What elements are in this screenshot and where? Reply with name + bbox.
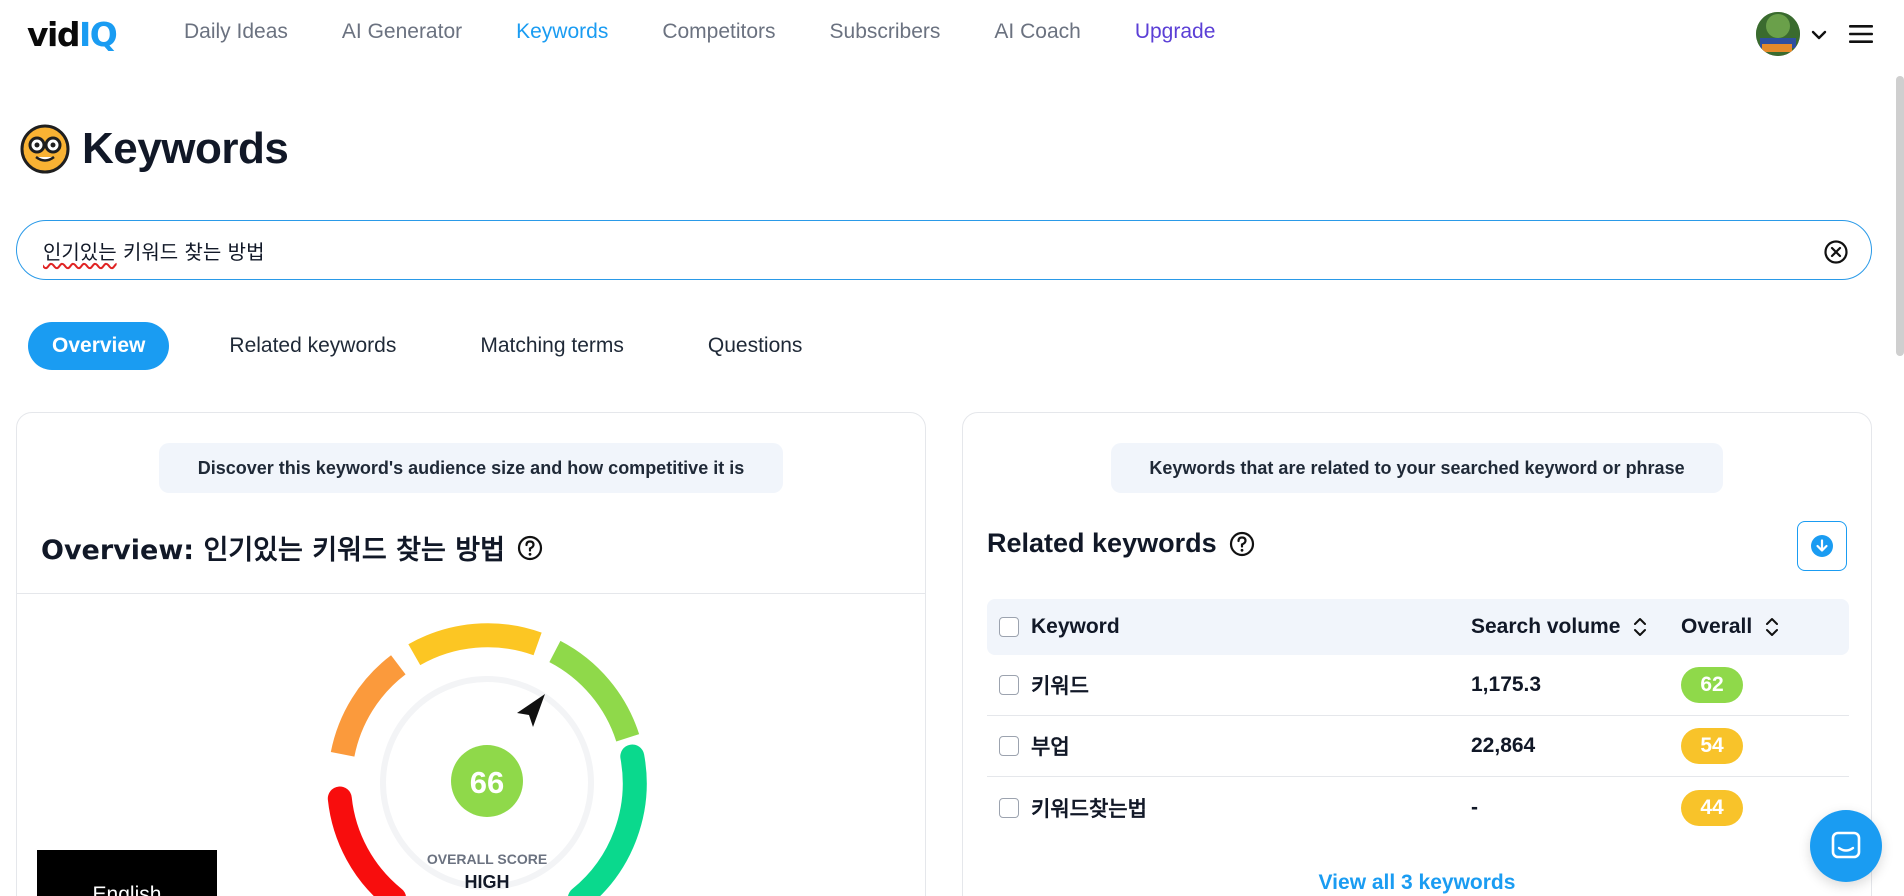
nav-links: Daily Ideas AI Generator Keywords Compet…	[184, 20, 1269, 44]
nav-keywords[interactable]: Keywords	[516, 20, 608, 44]
page-scrollbar[interactable]	[1896, 76, 1904, 356]
keyword-search-input[interactable]: 인기있는 키워드 찾는 방법	[16, 220, 1872, 280]
row-overall-cell: 62	[1681, 667, 1801, 703]
select-all-checkbox[interactable]	[999, 617, 1019, 637]
help-icon[interactable]	[1229, 531, 1255, 557]
row-checkbox[interactable]	[999, 736, 1019, 756]
row-keyword-cell: 키워드찾는법	[987, 793, 1471, 823]
view-all-keywords-link[interactable]: View all 3 keywords	[963, 871, 1871, 895]
overview-title: Overview: 인기있는 키워드 찾는 방법	[41, 535, 505, 566]
header-keyword-col: Keyword	[987, 615, 1471, 639]
related-hint: Keywords that are related to your search…	[1111, 443, 1723, 493]
table-row[interactable]: 부업 22,864 54	[987, 716, 1849, 777]
gauge-pointer	[517, 694, 545, 727]
row-keyword-cell: 키워드	[987, 670, 1471, 700]
page-title: Keywords	[82, 124, 289, 173]
related-title-row: Related keywords	[987, 528, 1255, 559]
overview-hint: Discover this keyword's audience size an…	[159, 443, 783, 493]
clear-search-icon[interactable]	[1823, 239, 1849, 265]
row-keyword: 부업	[1031, 735, 1070, 759]
hamburger-menu-icon[interactable]	[1848, 22, 1874, 46]
nav-daily-ideas[interactable]: Daily Ideas	[184, 20, 288, 44]
vidiq-logo[interactable]: vid IQ	[27, 14, 118, 54]
chevron-down-icon[interactable]	[1808, 24, 1830, 46]
overview-title-row: Overview: 인기있는 키워드 찾는 방법	[41, 528, 543, 567]
tab-overview[interactable]: Overview	[28, 322, 170, 370]
score-gauge: 66 OVERALL SCORE HIGH	[327, 623, 647, 896]
download-icon	[1811, 535, 1833, 557]
overall-score-badge: 62	[1681, 667, 1743, 703]
overall-score-badge: 54	[1681, 728, 1743, 764]
overall-score-caption: OVERALL SCORE	[427, 851, 547, 867]
logo-text-vid: vid	[27, 14, 80, 54]
nav-ai-generator[interactable]: AI Generator	[342, 20, 462, 44]
tab-matching-terms[interactable]: Matching terms	[480, 334, 624, 358]
nav-competitors[interactable]: Competitors	[662, 20, 775, 44]
row-keyword-cell: 부업	[987, 731, 1471, 761]
tab-related-keywords[interactable]: Related keywords	[229, 334, 396, 358]
overall-score-rating: HIGH	[465, 872, 510, 892]
header-keyword: Keyword	[1031, 615, 1120, 638]
search-query[interactable]: 인기있는 키워드 찾는 방법	[43, 236, 264, 265]
language-selector[interactable]: English	[37, 850, 217, 896]
row-checkbox[interactable]	[999, 797, 1019, 818]
related-title: Related keywords	[987, 528, 1217, 558]
row-volume: -	[1471, 795, 1478, 819]
keyword-tabs: Overview Related keywords Matching terms…	[28, 322, 886, 370]
gauge-segment-yellow	[408, 623, 542, 666]
download-button[interactable]	[1797, 521, 1847, 571]
row-checkbox[interactable]	[999, 675, 1019, 695]
row-volume: 22,864	[1471, 734, 1536, 757]
nav-ai-coach[interactable]: AI Coach	[994, 20, 1080, 44]
table-row[interactable]: 키워드찾는법 - 44	[987, 777, 1849, 838]
nav-subscribers[interactable]: Subscribers	[830, 20, 941, 44]
related-keywords-table: Keyword Search volume Overall 키워드 1,175.…	[987, 599, 1849, 838]
page-heading: Keywords	[20, 124, 289, 174]
header-overall-col[interactable]: Overall	[1681, 615, 1801, 639]
sort-icon[interactable]	[1764, 616, 1780, 638]
logo-text-iq: IQ	[78, 14, 118, 54]
header-overall: Overall	[1681, 615, 1753, 638]
nav-upgrade[interactable]: Upgrade	[1135, 20, 1216, 44]
sort-icon[interactable]	[1632, 616, 1648, 638]
header-search-volume: Search volume	[1471, 615, 1621, 638]
chat-support-button[interactable]	[1810, 810, 1882, 882]
row-overall-cell: 54	[1681, 728, 1801, 764]
top-nav: vid IQ Daily Ideas AI Generator Keywords …	[0, 0, 1904, 70]
search-query-misspelled: 인기있는	[43, 239, 117, 264]
header-search-volume-col[interactable]: Search volume	[1471, 615, 1681, 639]
help-icon[interactable]	[517, 535, 543, 561]
overall-score-badge: 44	[1681, 789, 1743, 826]
related-keywords-card: Keywords that are related to your search…	[962, 412, 1872, 896]
gauge-segment-green	[549, 640, 640, 742]
overall-score-value: 66	[470, 765, 504, 800]
row-keyword: 키워드찾는법	[1031, 796, 1147, 821]
row-volume: 1,175.3	[1471, 673, 1542, 696]
row-keyword: 키워드	[1031, 674, 1089, 698]
avatar-image	[1756, 12, 1800, 56]
overview-card: Discover this keyword's audience size an…	[16, 412, 926, 896]
nerd-face-icon	[20, 124, 70, 174]
user-avatar[interactable]	[1756, 12, 1800, 56]
search-query-rest: 키워드 찾는 방법	[116, 239, 265, 264]
table-row[interactable]: 키워드 1,175.3 62	[987, 655, 1849, 716]
chat-icon	[1831, 831, 1861, 859]
overview-divider	[17, 593, 925, 594]
row-overall-cell: 44	[1681, 789, 1801, 826]
tab-questions[interactable]: Questions	[708, 334, 803, 358]
table-header: Keyword Search volume Overall	[987, 599, 1849, 655]
